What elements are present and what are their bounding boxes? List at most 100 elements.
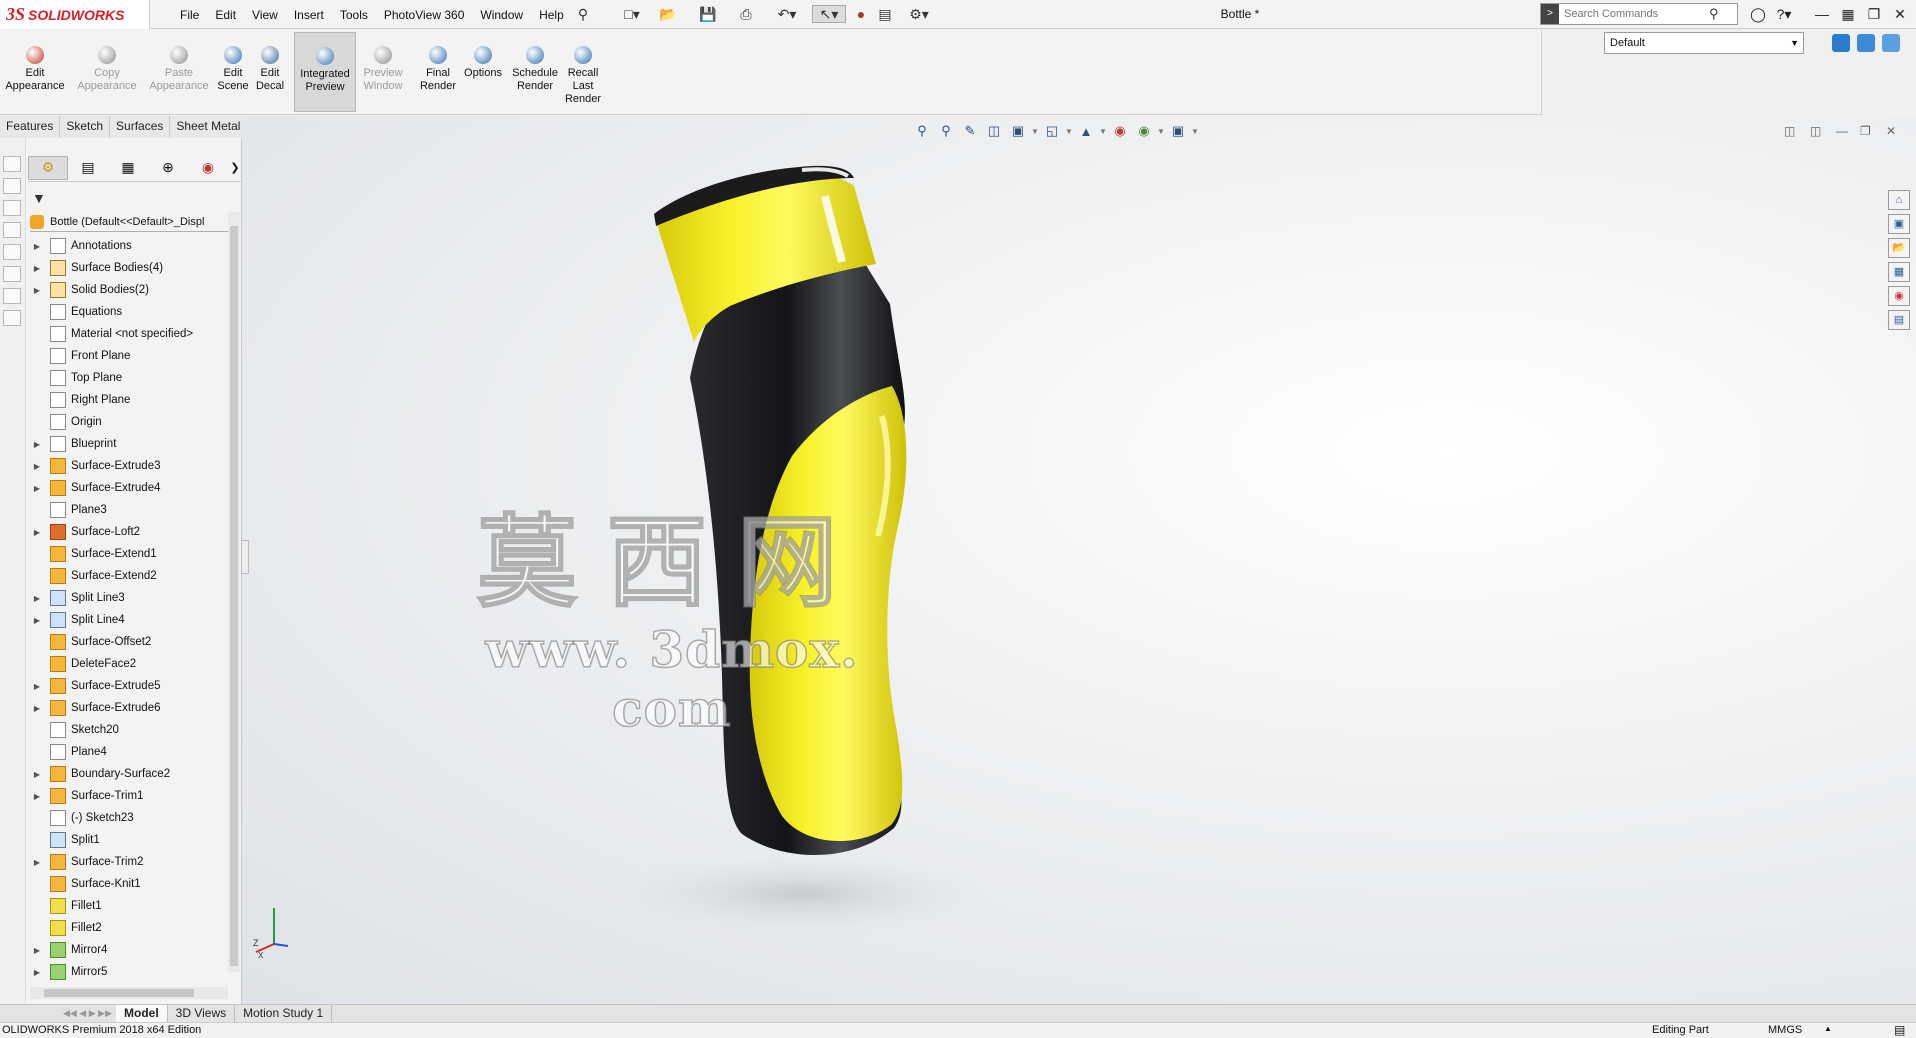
tree-item[interactable]: (-) Sketch23 [28,807,228,829]
expand-arrow-icon[interactable]: ▶ [30,946,44,955]
cmd-integrated-preview[interactable]: Integrated Preview [294,32,356,112]
viewport-left-icon[interactable]: ◫ [1784,124,1795,138]
chevron-down-icon[interactable]: ▼ [1191,122,1199,140]
cmd-recall-last-render[interactable]: Recall Last Render [562,32,604,112]
traffic-light-icon[interactable]: ● [852,5,870,23]
cmd-preview-window[interactable]: Preview Window [358,32,408,112]
feature-tree-tab-icon[interactable]: ⚙ [28,155,68,180]
menu-tools[interactable]: Tools [332,8,376,22]
cmd-final-render[interactable]: Final Render [418,32,458,112]
chevron-up-icon[interactable]: ▲ [1824,1024,1832,1033]
close-icon[interactable]: ✕ [1888,4,1912,24]
tree-item[interactable]: ▶ Mirror5 [28,961,228,983]
left-tool-icon[interactable] [3,156,21,172]
left-tool-icon[interactable] [3,310,21,326]
tile-icon[interactable]: ▦ [1836,4,1860,24]
search-commands-box[interactable]: > ⚲ [1540,3,1738,25]
left-tool-icon[interactable] [3,222,21,238]
section-view-icon[interactable]: ◫ [984,122,1004,140]
cmd-edit-appearance[interactable]: Edit Appearance [4,32,66,112]
property-manager-tab-icon[interactable]: ▤ [68,156,108,180]
tree-item[interactable]: ▶ Surface-Trim2 [28,851,228,873]
bottom-tab-model[interactable]: Model [116,1004,168,1023]
cmd-schedule-render[interactable]: Schedule Render [510,32,560,112]
expand-arrow-icon[interactable]: ▶ [30,858,44,867]
tree-item[interactable]: Surface-Offset2 [28,631,228,653]
solidworks-logo[interactable]: 3S SOLIDWORKS [0,0,150,29]
tree-item[interactable]: ▶ Annotations [28,235,228,257]
save-icon[interactable]: 💾 [694,5,722,23]
tab-surfaces[interactable]: Surfaces [110,116,171,138]
cmd-edit-decal[interactable]: Edit Decal [252,32,288,112]
tree-item[interactable]: Right Plane [28,389,228,411]
configuration-select[interactable]: Default ▼ [1604,32,1804,54]
tab-sketch[interactable]: Sketch [60,116,111,138]
zoom-to-area-icon[interactable]: ⚲ [936,122,956,140]
tree-item[interactable]: Origin [28,411,228,433]
view-settings-icon[interactable] [1857,34,1875,52]
scenes-icon[interactable] [1882,34,1900,52]
tree-item[interactable]: ▶ Blueprint [28,433,228,455]
expand-arrow-icon[interactable]: ▶ [30,770,44,779]
viewport-restore-icon[interactable]: ❐ [1860,124,1871,138]
left-tool-icon[interactable] [3,178,21,194]
tree-item[interactable]: Surface-Knit1 [28,873,228,895]
tab-navigation-arrows[interactable]: ◀◀ ◀ ▶ ▶▶ [0,1005,116,1023]
viewport-close-icon[interactable]: ✕ [1886,124,1896,138]
tree-item[interactable]: Front Plane [28,345,228,367]
expand-arrow-icon[interactable]: ▶ [30,462,44,471]
bottom-tab-motion-study-1[interactable]: Motion Study 1 [235,1004,333,1023]
tree-item[interactable]: ▶ Surface Bodies(4) [28,257,228,279]
custom-properties-icon[interactable]: ▤ [1888,310,1910,330]
file-properties-icon[interactable]: ▤ [876,5,894,23]
tab-features[interactable]: Features [0,116,61,138]
bottle-model[interactable] [242,116,1916,1004]
tree-vertical-scrollbar[interactable] [228,212,240,972]
tree-item[interactable]: Surface-Extend2 [28,565,228,587]
chevron-down-icon[interactable]: ▼ [1157,122,1165,140]
tree-item[interactable]: ▶ Surface-Trim1 [28,785,228,807]
tree-item[interactable]: ▶ Mirror4 [28,939,228,961]
cmd-options[interactable]: Options [460,32,506,112]
rebuild-status-icon[interactable]: ▤ [1894,1023,1905,1037]
resources-icon[interactable]: ▣ [1888,214,1910,234]
view-settings-icon[interactable]: ▣ [1168,122,1188,140]
left-tool-icon[interactable] [3,244,21,260]
expand-arrow-icon[interactable]: ▶ [30,286,44,295]
left-tool-icon[interactable] [3,266,21,282]
apply-scene-icon[interactable]: ◉ [1134,122,1154,140]
restore-icon[interactable]: ❐ [1862,4,1886,24]
tree-item[interactable]: Top Plane [28,367,228,389]
view-palette-icon[interactable]: ▦ [1888,262,1910,282]
tree-item[interactable]: ▶ Solid Bodies(2) [28,279,228,301]
tree-item[interactable]: ▶ Surface-Loft2 [28,521,228,543]
panel-splitter[interactable] [241,540,249,574]
home-icon[interactable]: ⌂ [1888,190,1910,210]
units-selector[interactable]: MMGS [1768,1024,1802,1036]
pin-icon[interactable]: ⚲ [574,5,592,23]
open-icon[interactable]: 📂 [654,5,682,23]
tree-item[interactable]: Plane3 [28,499,228,521]
left-tool-icon[interactable] [3,288,21,304]
edit-appearance-icon[interactable]: ◉ [1110,122,1130,140]
help-icon[interactable]: ?▾ [1772,4,1796,24]
new-document-icon[interactable]: □▾ [618,5,646,23]
tree-item[interactable]: ▶ Surface-Extrude6 [28,697,228,719]
tab-sheet-metal[interactable]: Sheet Metal [170,116,248,138]
configuration-manager-tab-icon[interactable]: ▦ [108,156,148,180]
expand-arrow-icon[interactable]: ▶ [30,484,44,493]
display-pane-icon[interactable] [1832,34,1850,52]
menu-view[interactable]: View [244,8,286,22]
tree-item[interactable]: Plane4 [28,741,228,763]
dimxpert-tab-icon[interactable]: ⊕ [148,156,188,180]
tree-item[interactable]: Sketch20 [28,719,228,741]
search-input[interactable] [1559,8,1709,20]
cmd-paste-appearance[interactable]: Paste Appearance [148,32,210,112]
chevron-down-icon[interactable]: ▼ [1065,122,1073,140]
options-gear-icon[interactable]: ⚙▾ [902,5,936,23]
menu-window[interactable]: Window [472,8,531,22]
tree-item[interactable]: Fillet1 [28,895,228,917]
menu-edit[interactable]: Edit [207,8,244,22]
tree-item[interactable]: ▶ Surface-Extrude5 [28,675,228,697]
chevron-right-icon[interactable]: ❯ [228,156,242,180]
